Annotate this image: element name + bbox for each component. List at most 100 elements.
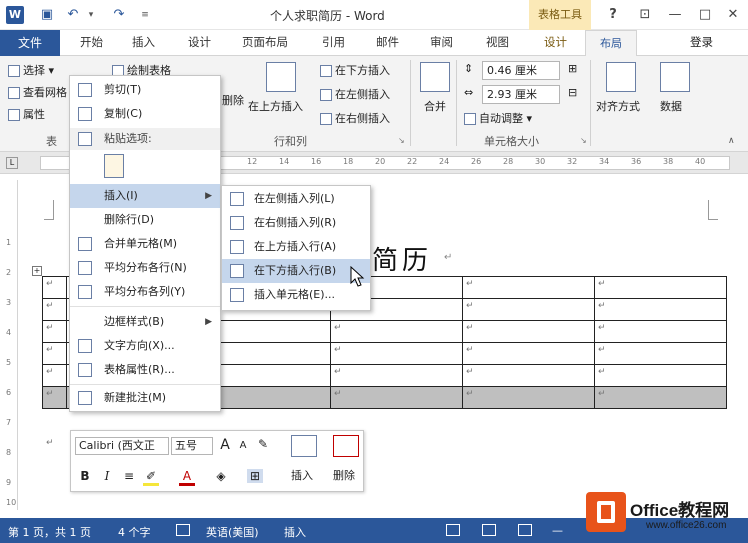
grow-font-button[interactable]: A [217, 437, 233, 453]
merge-icon[interactable] [420, 62, 450, 92]
zoom-out-icon[interactable]: — [552, 524, 563, 537]
table-cell[interactable]: ↵ [42, 320, 67, 343]
menu-item-distribute-cols[interactable]: 平均分布各列(Y) [70, 280, 220, 304]
proofing-icon[interactable] [176, 524, 190, 536]
cell-size-launcher-icon[interactable]: ↘ [580, 136, 587, 145]
data-icon[interactable] [660, 62, 690, 92]
tab-table-design[interactable]: 设计 [544, 34, 567, 50]
maximize-icon[interactable]: □ [694, 4, 716, 26]
tab-view[interactable]: 视图 [486, 34, 509, 50]
help-icon[interactable]: ? [602, 4, 624, 26]
menu-item-text-direction[interactable]: 文字方向(X)... [70, 334, 220, 358]
menu-item-cut[interactable]: 剪切(T) [70, 78, 220, 102]
merge-button[interactable]: 合并 [424, 98, 446, 114]
submenu-item-insert-right[interactable]: 在右侧插入列(R) [222, 211, 370, 235]
tab-table-layout[interactable]: 布局 [585, 30, 637, 57]
tab-home[interactable]: 开始 [80, 34, 103, 50]
table-cell[interactable]: ↵ [462, 276, 595, 299]
delete-button[interactable]: 删除 [222, 92, 244, 108]
table-cell[interactable]: ↵ [594, 342, 727, 365]
word-app-icon[interactable]: W [6, 6, 24, 24]
undo-dropdown-icon[interactable]: ▾ [82, 6, 100, 24]
submenu-item-insert-left[interactable]: 在左侧插入列(L) [222, 187, 370, 211]
table-cell[interactable]: ↵ [42, 298, 67, 321]
table-cell[interactable]: ↵ [462, 386, 595, 409]
page-count[interactable]: 第 1 页，共 1 页 [8, 524, 91, 540]
tab-file[interactable]: 文件 [0, 30, 60, 56]
redo-icon[interactable]: ↷ [110, 6, 128, 24]
table-cell[interactable]: ↵ [330, 364, 463, 387]
rows-cols-launcher-icon[interactable]: ↘ [398, 136, 405, 145]
insert-below-button[interactable]: 在下方插入 [320, 62, 390, 78]
menu-item-table-properties[interactable]: 表格属性(R)... [70, 358, 220, 382]
table-cell[interactable]: ↵ [462, 364, 595, 387]
insert-mode-indicator[interactable]: 插入 [284, 524, 306, 540]
table-cell[interactable]: ↵ [594, 298, 727, 321]
undo-icon[interactable]: ↶ [64, 6, 82, 24]
customize-qat-icon[interactable]: ≡ [136, 6, 154, 24]
delete-table-icon[interactable] [333, 435, 359, 457]
menu-item-merge-cells[interactable]: 合并单元格(M) [70, 232, 220, 256]
mini-delete-button[interactable]: 删除 [333, 467, 355, 483]
view-gridlines-button[interactable]: 查看网格 [8, 84, 67, 100]
insert-above-button[interactable]: 在上方插入 [248, 98, 303, 114]
mini-insert-button[interactable]: 插入 [291, 467, 313, 483]
insert-right-button[interactable]: 在右侧插入 [320, 110, 390, 126]
table-cell[interactable]: ↵ [42, 386, 67, 409]
column-width-field[interactable]: 2.93 厘米 [482, 85, 560, 104]
select-button[interactable]: 选择 ▾ [8, 62, 54, 78]
format-painter-icon[interactable]: ✎ [255, 437, 271, 451]
font-color-icon[interactable]: A [179, 469, 195, 486]
login-link[interactable]: 登录 [690, 34, 713, 50]
word-count[interactable]: 4 个字 [118, 524, 151, 540]
read-mode-icon[interactable] [446, 524, 460, 536]
close-icon[interactable]: ✕ [722, 4, 744, 26]
italic-button[interactable]: I [99, 469, 115, 483]
properties-button[interactable]: 属性 [8, 106, 45, 122]
tab-mailings[interactable]: 邮件 [376, 34, 399, 50]
shading-icon[interactable]: ◈ [213, 469, 229, 483]
table-cell[interactable]: ↵ [462, 320, 595, 343]
data-button[interactable]: 数据 [660, 98, 682, 114]
table-cell[interactable]: ↵ [42, 342, 67, 365]
save-icon[interactable]: ▣ [38, 6, 56, 24]
table-cell[interactable]: ↵ [42, 364, 67, 387]
menu-item-delete-row[interactable]: 删除行(D) [70, 208, 220, 232]
table-cell[interactable]: ↵ [594, 276, 727, 299]
menu-item-distribute-rows[interactable]: 平均分布各行(N) [70, 256, 220, 280]
table-move-handle[interactable]: + [32, 266, 42, 276]
font-name-dropdown[interactable]: Calibri (西文正 [75, 437, 169, 455]
menu-item-insert[interactable]: 插入(I) ▶ [70, 184, 220, 208]
tab-selector-icon[interactable]: L [6, 157, 18, 169]
submenu-item-insert-below[interactable]: 在下方插入行(B) [222, 259, 370, 283]
ribbon-display-icon[interactable]: ⊡ [634, 4, 656, 26]
align-center-icon[interactable]: ≡ [121, 469, 137, 483]
distribute-cols-icon[interactable]: ⊟ [568, 86, 577, 99]
alignment-button[interactable]: 对齐方式 [596, 98, 640, 114]
table-cell[interactable]: ↵ [330, 342, 463, 365]
shrink-font-button[interactable]: A [235, 440, 251, 451]
insert-table-icon[interactable] [291, 435, 317, 457]
highlight-color-icon[interactable]: ✐ [143, 469, 159, 486]
row-height-field[interactable]: 0.46 厘米 [482, 61, 560, 80]
submenu-item-insert-above[interactable]: 在上方插入行(A) [222, 235, 370, 259]
paste-keep-formatting-icon[interactable] [104, 154, 124, 178]
insert-left-button[interactable]: 在左侧插入 [320, 86, 390, 102]
tab-page-layout[interactable]: 页面布局 [242, 34, 288, 50]
tab-insert[interactable]: 插入 [132, 34, 155, 50]
tab-design[interactable]: 设计 [188, 34, 211, 50]
bold-button[interactable]: B [77, 469, 93, 483]
font-size-dropdown[interactable]: 五号 [171, 437, 213, 455]
menu-item-copy[interactable]: 复制(C) [70, 102, 220, 126]
submenu-item-insert-cells[interactable]: 插入单元格(E)... [222, 283, 370, 307]
tab-review[interactable]: 审阅 [430, 34, 453, 50]
table-cell[interactable]: ↵ [462, 342, 595, 365]
table-cell[interactable]: ↵ [594, 364, 727, 387]
document-heading[interactable]: 简历 [372, 240, 432, 277]
table-cell[interactable]: ↵ [330, 386, 463, 409]
minimize-icon[interactable]: — [664, 4, 686, 26]
insert-above-icon[interactable] [266, 62, 296, 92]
menu-item-new-comment[interactable]: 新建批注(M) [70, 386, 220, 410]
autofit-button[interactable]: 自动调整 ▾ [464, 110, 532, 126]
collapse-ribbon-icon[interactable]: ∧ [728, 136, 735, 146]
